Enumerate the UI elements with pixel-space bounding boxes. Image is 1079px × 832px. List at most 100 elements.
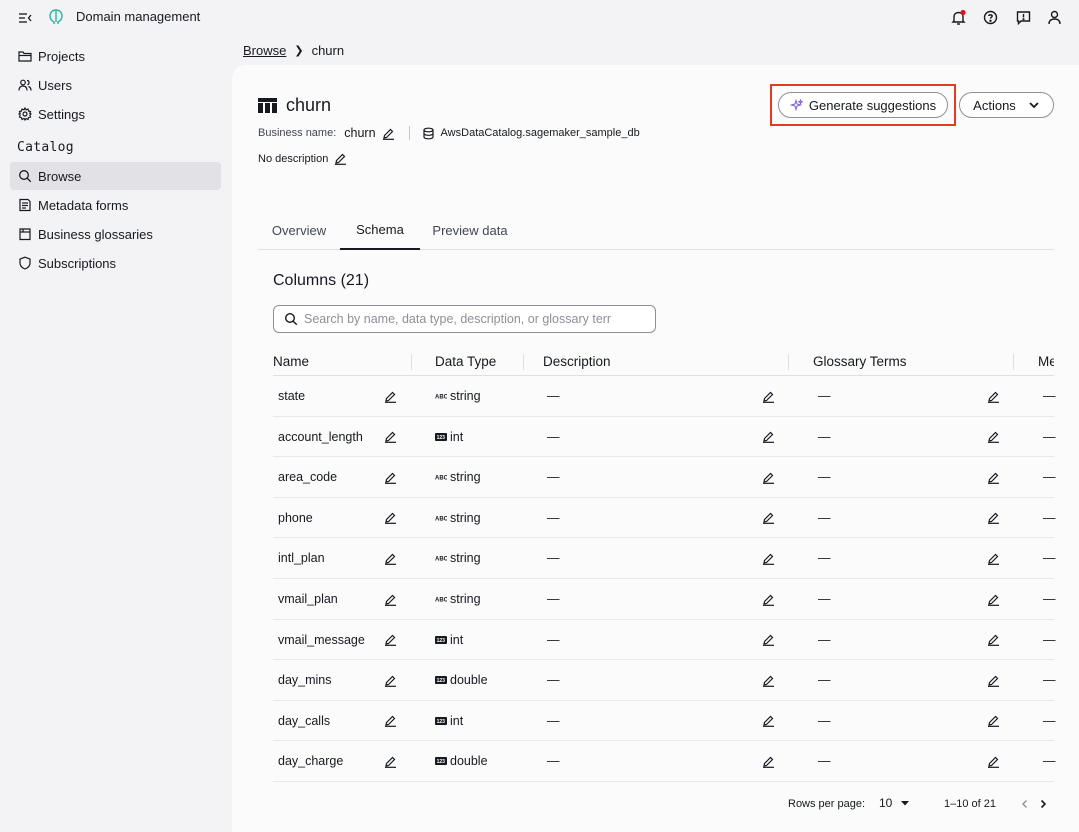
edit-description-button[interactable]: [762, 620, 775, 660]
column-resizer[interactable]: [523, 354, 524, 370]
abc-icon: ABC: [435, 516, 447, 522]
edit-glossary-button[interactable]: [987, 620, 1000, 660]
caret-down-icon: [901, 801, 910, 806]
sidebar-item-label: Projects: [38, 48, 85, 64]
description-value: —: [547, 754, 560, 769]
rows-per-page-select[interactable]: 10: [879, 796, 910, 810]
actions-dropdown-button[interactable]: Actions: [959, 92, 1054, 118]
glossary-value: —: [818, 389, 831, 403]
edit-pencil-icon: [385, 715, 396, 728]
edit-name-button[interactable]: [384, 620, 397, 660]
sidebar-item-label: Subscriptions: [38, 255, 117, 271]
edit-description-button[interactable]: [762, 660, 775, 700]
sidebar-item-settings[interactable]: Settings: [10, 100, 221, 128]
edit-glossary-button[interactable]: [987, 457, 1000, 497]
data-type-cell: 123 double: [435, 741, 488, 781]
edit-business-name-icon[interactable]: [382, 127, 395, 140]
edit-name-button[interactable]: [384, 660, 397, 700]
description-value: —: [547, 510, 560, 525]
edit-description-button[interactable]: [762, 538, 775, 578]
edit-description-button[interactable]: [762, 457, 775, 497]
database-icon: [422, 127, 434, 139]
svg-text:123: 123: [437, 759, 446, 765]
sidebar-item-browse[interactable]: Browse: [10, 162, 221, 190]
edit-pencil-icon: [385, 472, 396, 484]
edit-name-button[interactable]: [384, 741, 397, 781]
metadata-value: —: [1043, 510, 1056, 525]
edit-name-button[interactable]: [384, 579, 397, 619]
edit-description-button[interactable]: [762, 741, 775, 781]
edit-pencil-icon: [385, 634, 396, 646]
abc-icon: ABC: [435, 557, 447, 563]
svg-text:ABC: ABC: [435, 516, 447, 522]
collapse-menu-icon[interactable]: [17, 10, 33, 26]
edit-description-icon[interactable]: [334, 152, 347, 165]
description-value: —: [547, 632, 560, 647]
edit-description-button[interactable]: [762, 376, 775, 416]
edit-pencil-icon: [763, 715, 774, 728]
tab-preview-data[interactable]: Preview data: [420, 210, 520, 250]
glossary-value: —: [818, 470, 831, 485]
column-header-metadata[interactable]: Me: [1038, 346, 1054, 376]
edit-glossary-button[interactable]: [987, 538, 1000, 578]
edit-name-button[interactable]: [384, 457, 397, 497]
edit-glossary-button[interactable]: [987, 376, 1000, 416]
edit-glossary-button[interactable]: [987, 498, 1000, 538]
tab-schema[interactable]: Schema: [340, 210, 420, 250]
notifications-bell-icon[interactable]: [950, 9, 967, 26]
data-type-value: string: [450, 470, 481, 485]
sidebar-item-projects[interactable]: Projects: [10, 42, 221, 70]
edit-description-button[interactable]: [762, 498, 775, 538]
metadata-value: —: [1043, 470, 1056, 485]
column-header-glossary-terms[interactable]: Glossary Terms: [813, 346, 907, 376]
edit-name-button[interactable]: [384, 417, 397, 457]
user-profile-icon[interactable]: [1046, 9, 1063, 26]
previous-page-icon[interactable]: [1020, 799, 1030, 809]
svg-text:123: 123: [437, 719, 446, 725]
table-row: area_code ABC string — — —: [273, 457, 1056, 498]
edit-name-button[interactable]: [384, 701, 397, 741]
column-name: vmail_plan: [278, 592, 338, 606]
column-header-name[interactable]: Name: [273, 346, 309, 376]
column-resizer[interactable]: [411, 354, 412, 370]
sidebar-item-users[interactable]: Users: [10, 71, 221, 99]
columns-search-input[interactable]: [304, 312, 634, 326]
edit-glossary-button[interactable]: [987, 660, 1000, 700]
edit-name-button[interactable]: [384, 498, 397, 538]
table-row: vmail_plan ABC string — — —: [273, 579, 1056, 620]
edit-pencil-icon: [385, 553, 396, 565]
generate-suggestions-label: Generate suggestions: [808, 97, 937, 113]
shield-icon: [19, 256, 31, 270]
generate-suggestions-button[interactable]: Generate suggestions: [778, 92, 948, 118]
edit-description-button[interactable]: [762, 701, 775, 741]
column-resizer[interactable]: [1013, 354, 1014, 370]
edit-glossary-button[interactable]: [987, 579, 1000, 619]
edit-description-button[interactable]: [762, 579, 775, 619]
column-resizer[interactable]: [788, 354, 789, 370]
edit-pencil-icon: [763, 391, 774, 403]
data-type-value: string: [450, 551, 481, 566]
breadcrumb-browse-link[interactable]: Browse: [243, 43, 286, 58]
edit-name-button[interactable]: [384, 376, 397, 416]
column-header-description[interactable]: Description: [543, 346, 611, 376]
sidebar-item-metadata-forms[interactable]: Metadata forms: [10, 191, 221, 219]
edit-description-button[interactable]: [762, 417, 775, 457]
data-type-value: int: [450, 429, 464, 444]
edit-name-button[interactable]: [384, 538, 397, 578]
page-title-row: churn: [258, 95, 331, 116]
123-icon: 123: [435, 432, 447, 441]
database-name: AwsDataCatalog.sagemaker_sample_db: [440, 127, 640, 139]
sidebar-item-subscriptions[interactable]: Subscriptions: [10, 249, 221, 277]
next-page-icon[interactable]: [1038, 799, 1048, 809]
description-value: —: [547, 713, 560, 728]
column-header-data-type[interactable]: Data Type: [435, 346, 496, 376]
edit-glossary-button[interactable]: [987, 417, 1000, 457]
table-row: vmail_message 123 int — — —: [273, 620, 1056, 661]
help-icon[interactable]: [982, 9, 999, 26]
edit-glossary-button[interactable]: [987, 741, 1000, 781]
edit-glossary-button[interactable]: [987, 701, 1000, 741]
feedback-icon[interactable]: [1015, 9, 1032, 26]
123-icon: 123: [435, 757, 447, 766]
sidebar-item-business-glossaries[interactable]: Business glossaries: [10, 220, 221, 248]
tab-overview[interactable]: Overview: [258, 210, 340, 250]
